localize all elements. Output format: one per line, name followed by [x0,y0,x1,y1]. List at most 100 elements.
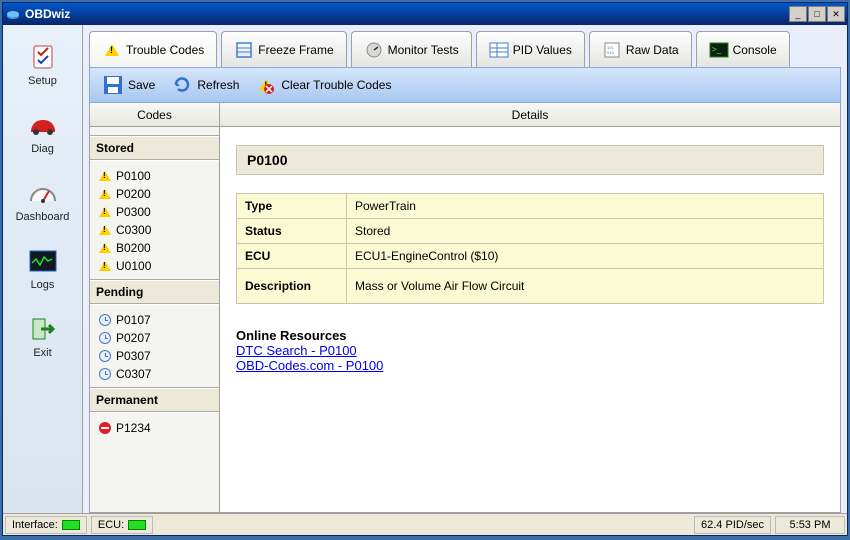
refresh-icon [171,74,193,96]
warning-icon [98,187,112,201]
code-item[interactable]: P0300 [90,203,219,221]
tab-label: PID Values [513,43,572,57]
sidebar: Setup Diag Dashboard Logs Exit [3,25,83,513]
save-button[interactable]: Save [94,70,163,100]
sidebar-item-exit[interactable]: Exit [3,305,82,373]
code-item[interactable]: P0107 [90,311,219,329]
warning-icon [102,40,122,60]
warning-icon [98,259,112,273]
section-pending: Pending [90,279,219,305]
dtc-search-link[interactable]: DTC Search - P0100 [236,343,824,358]
monitor-tests-icon [364,40,384,60]
warning-icon [98,169,112,183]
sidebar-item-label: Exit [33,347,51,359]
freeze-frame-icon [234,40,254,60]
setup-icon [27,41,59,73]
tab-monitor-tests[interactable]: Monitor Tests [351,31,472,67]
status-time: 5:53 PM [775,516,845,534]
code-item[interactable]: B0200 [90,239,219,257]
details-body[interactable]: P0100 TypePowerTrain StatusStored ECUECU… [220,127,840,512]
table-row: TypePowerTrain [237,194,824,219]
titlebar: OBDwiz _ □ ✕ [3,3,847,25]
ecu-led [128,520,146,530]
tab-console[interactable]: >_ Console [696,31,790,67]
code-item[interactable]: P1234 [90,419,219,437]
table-row: StatusStored [237,219,824,244]
exit-icon [27,313,59,345]
sidebar-item-dashboard[interactable]: Dashboard [3,169,82,237]
section-stored: Stored [90,135,219,161]
pending-icon [98,349,112,363]
clear-codes-icon [255,74,277,96]
tab-trouble-codes[interactable]: Trouble Codes [89,31,217,67]
sidebar-item-label: Dashboard [16,211,70,223]
svg-text:>_: >_ [712,45,722,54]
toolbar: Save Refresh Clear Trouble Codes [89,67,841,103]
section-permanent: Permanent [90,387,219,413]
tab-label: Freeze Frame [258,43,333,57]
code-item[interactable]: P0100 [90,167,219,185]
permanent-icon [98,421,112,435]
interface-led [62,520,80,530]
close-button[interactable]: ✕ [827,6,845,22]
app-icon [5,6,21,22]
status-ecu: ECU: [91,516,153,534]
tab-label: Console [733,43,777,57]
code-item[interactable]: P0207 [90,329,219,347]
refresh-button[interactable]: Refresh [163,70,247,100]
code-item[interactable]: P0307 [90,347,219,365]
dtc-details-table: TypePowerTrain StatusStored ECUECU1-Engi… [236,193,824,304]
table-row: DescriptionMass or Volume Air Flow Circu… [237,269,824,304]
sidebar-item-setup[interactable]: Setup [3,33,82,101]
status-interface: Interface: [5,516,87,534]
tab-label: Raw Data [626,43,679,57]
pending-icon [98,367,112,381]
button-label: Clear Trouble Codes [281,78,391,92]
svg-text:010: 010 [607,50,614,55]
dashboard-icon [27,177,59,209]
sidebar-item-label: Diag [31,143,54,155]
sidebar-item-diag[interactable]: Diag [3,101,82,169]
minimize-button[interactable]: _ [789,6,807,22]
code-item[interactable]: C0300 [90,221,219,239]
tab-label: Monitor Tests [388,43,459,57]
warning-icon [98,223,112,237]
logs-icon [27,245,59,277]
codes-list[interactable]: Stored P0100 P0200 P0300 C0300 B0200 U01… [90,127,219,512]
app-title: OBDwiz [25,7,789,21]
sidebar-item-logs[interactable]: Logs [3,237,82,305]
tab-label: Trouble Codes [126,43,204,57]
console-icon: >_ [709,40,729,60]
warning-icon [98,241,112,255]
button-label: Refresh [197,78,239,92]
tab-raw-data[interactable]: 101010 Raw Data [589,31,692,67]
tab-freeze-frame[interactable]: Freeze Frame [221,31,346,67]
obd-codes-link[interactable]: OBD-Codes.com - P0100 [236,358,824,373]
diag-icon [27,109,59,141]
raw-data-icon: 101010 [602,40,622,60]
clear-codes-button[interactable]: Clear Trouble Codes [247,70,399,100]
code-item[interactable]: P0200 [90,185,219,203]
pending-icon [98,331,112,345]
tab-pid-values[interactable]: PID Values [476,31,585,67]
tabstrip: Trouble Codes Freeze Frame Monitor Tests… [89,31,841,67]
dtc-title: P0100 [236,145,824,175]
warning-icon [98,205,112,219]
pid-values-icon [489,40,509,60]
code-item[interactable]: U0100 [90,257,219,275]
online-resources-header: Online Resources [236,328,824,343]
code-item[interactable]: C0307 [90,365,219,383]
details-header: Details [220,103,840,127]
save-icon [102,74,124,96]
status-pid-rate: 62.4 PID/sec [694,516,771,534]
details-column: Details P0100 TypePowerTrain StatusStore… [220,103,840,512]
statusbar: Interface: ECU: 62.4 PID/sec 5:53 PM [3,513,847,535]
sidebar-item-label: Setup [28,75,57,87]
button-label: Save [128,78,155,92]
pending-icon [98,313,112,327]
codes-header: Codes [90,103,219,127]
maximize-button[interactable]: □ [808,6,826,22]
table-row: ECUECU1-EngineControl ($10) [237,244,824,269]
sidebar-item-label: Logs [31,279,55,291]
codes-column: Codes Stored P0100 P0200 P0300 C0300 B02… [90,103,220,512]
